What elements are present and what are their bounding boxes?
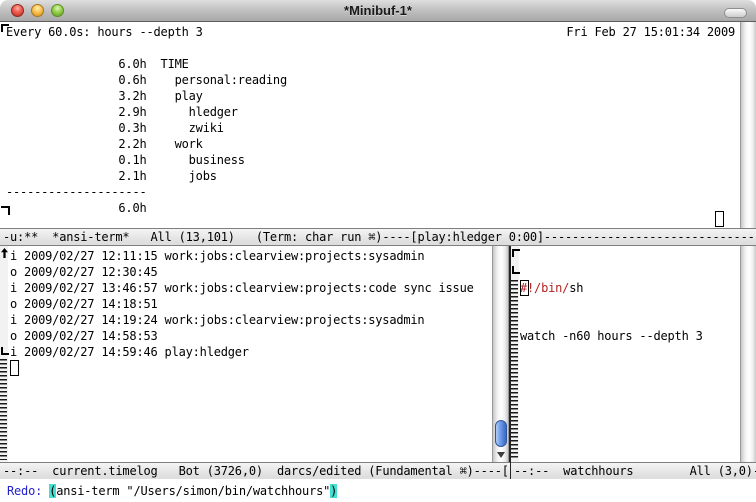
watchhours-buffer[interactable]: #!/bin/sh watch -n60 hours --depth 3	[511, 246, 740, 462]
modeline-timelog: --:-- current.timelog Bot (3726,0) darcs…	[0, 462, 510, 480]
timelog-line[interactable]: i 2009/02/27 13:46:57 work:jobs:clearvie…	[10, 280, 492, 296]
buffer-bottom-angle-icon	[1, 347, 9, 355]
title-bar[interactable]: *Minibuf-1*	[0, 0, 756, 22]
minibuffer[interactable]: Redo: (ansi-term "/Users/simon/bin/watch…	[0, 479, 756, 502]
shebang-shell-name: sh	[569, 281, 583, 295]
matched-close-paren: )	[330, 484, 337, 498]
toolbar-toggle-button[interactable]	[724, 8, 747, 18]
term-line[interactable]: 6.0h	[6, 200, 756, 216]
buffer-bottom-angle-icon	[512, 266, 520, 274]
timelog-line[interactable]: o 2009/02/27 14:58:53	[10, 328, 492, 344]
emacs-window: *Minibuf-1* Every 60.0s: hours --depth 3…	[0, 0, 756, 502]
watch-header-row: Every 60.0s: hours --depth 3 Fri Feb 27 …	[6, 24, 756, 40]
timelog-hollow-cursor	[10, 360, 19, 376]
empty-lines-stipple	[0, 359, 7, 460]
scroll-down-arrow[interactable]	[497, 452, 505, 458]
term-line[interactable]: 2.2h work	[6, 136, 756, 152]
scrollbar-thumb[interactable]	[495, 420, 507, 447]
term-line[interactable]: --------------------	[6, 184, 756, 200]
ansi-term-buffer[interactable]: Every 60.0s: hours --depth 3 Fri Feb 27 …	[0, 22, 756, 228]
buffer-end-angle-icon	[1, 206, 10, 215]
window-title: *Minibuf-1*	[0, 0, 756, 22]
modeline-ansi-term: -u:** *ansi-term* All (13,101) (Term: ch…	[0, 228, 756, 246]
watch-timestamp: Fri Feb 27 15:01:34 2009	[566, 24, 735, 40]
script-hollow-cursor	[520, 280, 529, 296]
timelog-scrollbar[interactable]	[492, 246, 509, 462]
term-line[interactable]: 0.3h zwiki	[6, 120, 756, 136]
timelog-line[interactable]: i 2009/02/27 12:11:15 work:jobs:clearvie…	[10, 248, 492, 264]
term-hollow-cursor	[715, 211, 724, 227]
term-line[interactable]	[6, 40, 756, 56]
term-line[interactable]: 2.9h hledger	[6, 104, 756, 120]
redo-prompt: Redo:	[7, 484, 49, 498]
buffer-top-angle-icon	[512, 249, 520, 257]
timelog-buffer[interactable]: i 2009/02/27 12:11:15 work:jobs:clearvie…	[0, 246, 492, 462]
timelog-line[interactable]: o 2009/02/27 12:30:45	[10, 264, 492, 280]
watch-command-text: Every 60.0s: hours --depth 3	[6, 24, 203, 40]
script-scrollbar[interactable]	[740, 246, 756, 462]
script-line-shebang[interactable]: #!/bin/sh	[520, 280, 740, 296]
term-line[interactable]: 2.1h jobs	[6, 168, 756, 184]
script-line[interactable]: watch -n60 hours --depth 3	[520, 328, 740, 344]
timelog-line[interactable]: i 2009/02/27 14:59:46 play:hledger	[10, 344, 492, 360]
modeline-watchhours: --:-- watchhours All (3,0)----	[511, 462, 756, 480]
empty-lines-stipple	[511, 280, 518, 460]
timelog-line[interactable]: o 2009/02/27 14:18:51	[10, 296, 492, 312]
buffer-top-angle-icon	[1, 24, 9, 32]
timelog-line[interactable]: i 2009/02/27 14:19:24 work:jobs:clearvie…	[10, 312, 492, 328]
term-line[interactable]: 0.1h business	[6, 152, 756, 168]
minibuffer-expression: ansi-term "/Users/simon/bin/watchhours"	[56, 484, 330, 498]
term-line[interactable]: 6.0h TIME	[6, 56, 756, 72]
term-scrollbar[interactable]	[740, 22, 756, 228]
term-line[interactable]: 3.2h play	[6, 88, 756, 104]
term-line[interactable]: 0.6h personal:reading	[6, 72, 756, 88]
